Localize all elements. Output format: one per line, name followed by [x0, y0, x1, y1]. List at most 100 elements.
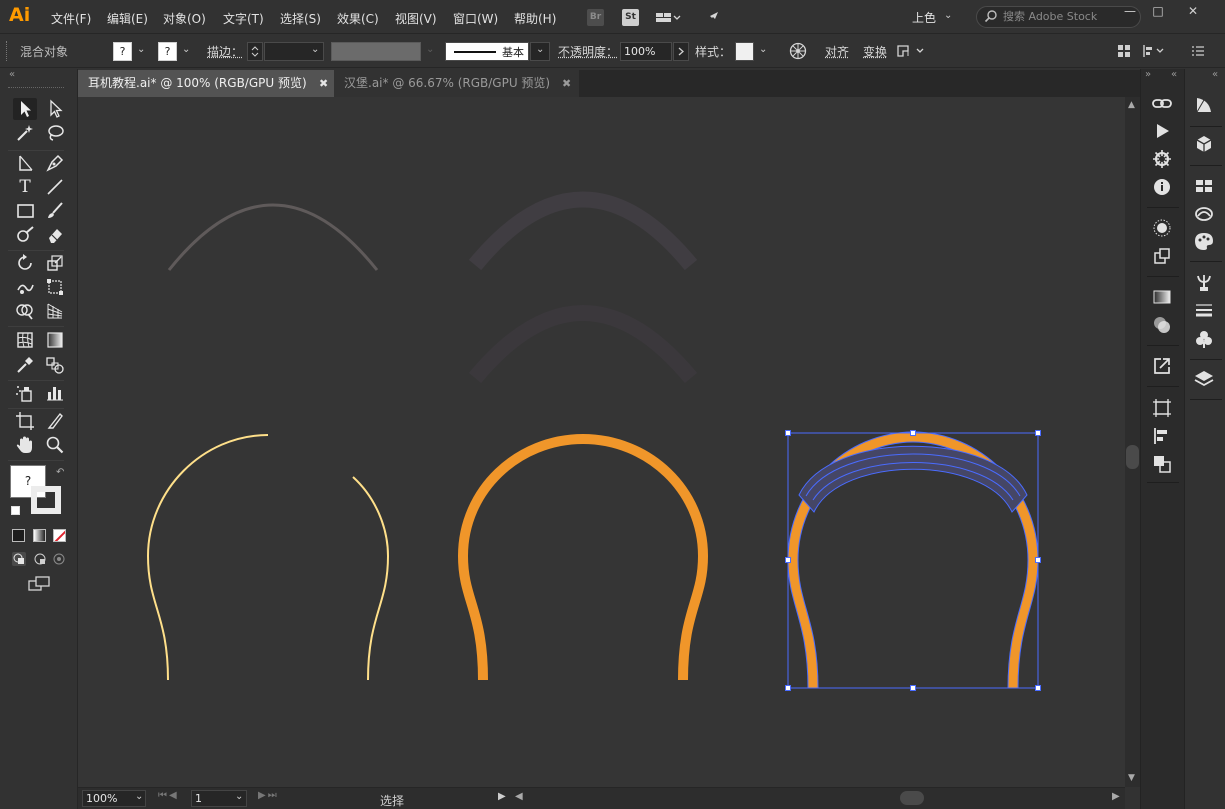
properties-icon[interactable] — [1150, 148, 1174, 170]
graph-tool-icon[interactable] — [43, 382, 67, 404]
color-mode-icon[interactable] — [12, 529, 25, 542]
yellow-headband-left[interactable] — [146, 434, 269, 681]
chevron-down-icon[interactable]: ⌄ — [235, 791, 243, 802]
collapse-dock-icon[interactable]: » — [1145, 69, 1151, 80]
scale-tool-icon[interactable] — [43, 252, 67, 274]
close-icon[interactable]: ✖ — [319, 70, 328, 97]
color-guide-icon[interactable] — [1192, 94, 1216, 116]
chevron-down-icon[interactable]: ⌄ — [137, 44, 145, 55]
restore-button[interactable]: □ — [1145, 3, 1171, 19]
stroke-icon[interactable] — [1192, 299, 1216, 321]
artboard-canvas[interactable] — [78, 97, 1125, 787]
chevron-down-icon[interactable]: ⌄ — [944, 10, 952, 21]
actions-icon[interactable] — [1150, 120, 1174, 142]
layers-icon[interactable] — [1192, 368, 1216, 390]
scroll-down-icon[interactable]: ▼ — [1128, 773, 1135, 783]
chevron-down-icon[interactable]: ⌄ — [182, 44, 190, 55]
brush-definition[interactable]: 基本 — [445, 42, 529, 61]
bridge-icon[interactable]: Br — [587, 9, 604, 26]
perspective-grid-icon[interactable] — [43, 300, 67, 322]
screen-mode-icon[interactable] — [28, 575, 52, 596]
scroll-left-icon[interactable]: ◀ — [515, 791, 523, 802]
chevron-down-icon[interactable]: ⌄ — [311, 44, 319, 55]
thin-grey-arc[interactable] — [167, 203, 379, 271]
stroke-weight-stepper[interactable] — [247, 42, 263, 61]
next-last-artboard-icon[interactable]: ▶⏭ — [258, 790, 279, 801]
brushes-icon[interactable] — [1192, 203, 1216, 225]
artboards-icon[interactable] — [1150, 397, 1174, 419]
transparency-icon[interactable] — [1150, 314, 1174, 336]
artboard-tool-icon[interactable] — [13, 410, 37, 432]
info-icon[interactable] — [1150, 176, 1174, 198]
chevron-down-icon[interactable]: ⌄ — [426, 44, 434, 55]
hand-tool-icon[interactable] — [13, 434, 37, 456]
eraser-icon[interactable] — [43, 224, 67, 246]
align-panel-link[interactable]: 对齐 — [825, 43, 849, 60]
navigator-icon[interactable] — [1150, 245, 1174, 267]
collapse-toolbox-icon[interactable]: « — [9, 69, 15, 80]
scroll-right-icon[interactable]: ▶ — [1112, 791, 1120, 802]
panel-menu-icon[interactable] — [1191, 44, 1205, 61]
toolbox-grip[interactable] — [8, 87, 64, 89]
default-colors-icon[interactable] — [11, 506, 20, 515]
align-options-icon[interactable] — [1142, 44, 1166, 61]
opacity-slider-button[interactable] — [673, 42, 689, 61]
close-button[interactable]: ✕ — [1180, 3, 1206, 19]
close-icon[interactable]: ✖ — [562, 70, 571, 97]
vertical-scrollbar[interactable]: ▲ ▼ — [1125, 97, 1140, 787]
gradient-icon[interactable] — [1150, 286, 1174, 308]
menu-effect[interactable]: 效果(C) — [337, 10, 379, 27]
shape-builder-icon[interactable] — [13, 300, 37, 322]
menu-window[interactable]: 窗口(W) — [453, 10, 498, 27]
type-tool-icon[interactable]: T — [13, 176, 37, 198]
panel-grip-icon[interactable] — [6, 41, 9, 61]
symbol-sprayer-icon[interactable] — [13, 382, 37, 404]
graphic-styles-icon[interactable] — [1192, 328, 1216, 350]
arrange-documents-icon[interactable] — [654, 9, 682, 26]
expand-dock-icon[interactable]: « — [1171, 69, 1177, 80]
menu-edit[interactable]: 编辑(E) — [107, 10, 148, 27]
stroke-label[interactable]: 描边： — [207, 43, 243, 60]
zoom-tool-icon[interactable] — [43, 434, 67, 456]
paintbrush-icon[interactable] — [43, 200, 67, 222]
libraries-icon[interactable] — [1192, 133, 1216, 155]
horizontal-scroll-thumb[interactable] — [900, 791, 924, 805]
line-segment-icon[interactable] — [43, 176, 67, 198]
opacity-label[interactable]: 不透明度： — [558, 43, 618, 60]
gradient-tool-icon[interactable] — [43, 329, 67, 351]
thick-dark-arc-bottom[interactable] — [468, 305, 698, 384]
free-transform-icon[interactable] — [43, 276, 67, 298]
appearance-icon[interactable] — [1150, 217, 1174, 239]
opacity-input[interactable]: 100% — [620, 42, 672, 61]
graphic-style-swatch[interactable] — [735, 42, 754, 61]
gpu-performance-icon[interactable] — [704, 9, 724, 26]
menu-view[interactable]: 视图(V) — [395, 10, 437, 27]
stock-icon[interactable]: St — [622, 9, 639, 26]
yellow-headband-right[interactable] — [352, 476, 390, 681]
status-menu-icon[interactable]: ▶ — [498, 791, 506, 802]
vertical-scroll-thumb[interactable] — [1126, 445, 1139, 469]
links-icon[interactable] — [1150, 93, 1174, 115]
align-icon[interactable] — [1150, 425, 1174, 447]
color-palette-icon[interactable] — [1192, 230, 1216, 252]
menu-object[interactable]: 对象(O) — [163, 10, 206, 27]
menu-select[interactable]: 选择(S) — [280, 10, 321, 27]
recolor-artwork-icon[interactable] — [789, 42, 807, 63]
thick-dark-arc-top[interactable] — [468, 191, 698, 271]
minimize-button[interactable]: — — [1117, 3, 1143, 19]
stroke-swatch[interactable]: ? — [158, 42, 177, 61]
stroke-indicator[interactable] — [31, 486, 61, 514]
scroll-up-icon[interactable]: ▲ — [1128, 100, 1135, 110]
magic-wand-icon[interactable] — [13, 122, 37, 144]
collapse-dock-icon[interactable]: « — [1212, 69, 1218, 80]
selected-headphone-band[interactable] — [785, 430, 1041, 691]
none-mode-icon[interactable] — [53, 529, 66, 542]
menu-file[interactable]: 文件(F) — [51, 10, 91, 27]
tab-headphone-tutorial[interactable]: 耳机教程.ai* @ 100% (RGB/GPU 预览) — [78, 70, 334, 97]
menu-help[interactable]: 帮助(H) — [514, 10, 556, 27]
workspace-switcher[interactable]: 上色 — [912, 9, 936, 26]
eyedropper-icon[interactable] — [13, 354, 37, 376]
arrange-panels-icon[interactable] — [1117, 44, 1131, 61]
lasso-icon[interactable] — [43, 122, 67, 144]
rotate-tool-icon[interactable] — [13, 252, 37, 274]
